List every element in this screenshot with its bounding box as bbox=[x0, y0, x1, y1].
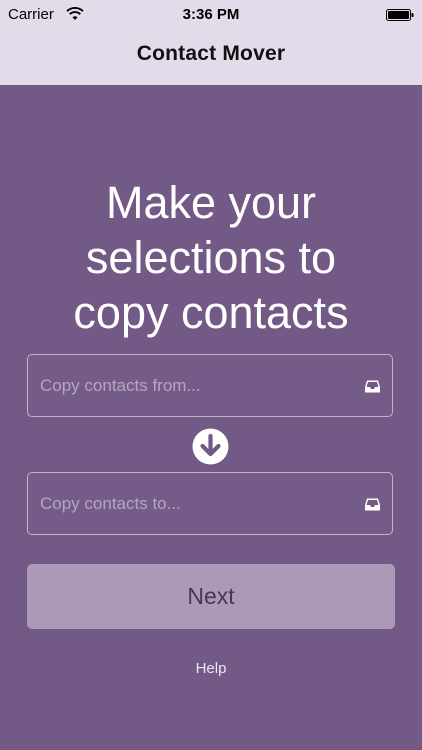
app-screen: Carrier 3:36 PM Contact Mover Make your … bbox=[0, 0, 422, 750]
help-link[interactable]: Help bbox=[0, 660, 422, 677]
nav-title: Contact Mover bbox=[136, 42, 286, 65]
status-bar: Carrier 3:36 PM bbox=[0, 0, 422, 30]
headline-line-2: selections to bbox=[85, 232, 337, 283]
tray-icon bbox=[365, 498, 380, 511]
headline: Make your selections to copy contacts bbox=[20, 175, 402, 340]
copy-to-placeholder: Copy contacts to... bbox=[40, 494, 181, 513]
battery-icon bbox=[386, 9, 414, 21]
headline-line-1: Make your bbox=[105, 177, 317, 228]
top-bar: Carrier 3:36 PM Contact Mover bbox=[0, 0, 422, 85]
copy-from-field[interactable]: Copy contacts from... bbox=[27, 354, 393, 417]
copy-from-placeholder: Copy contacts from... bbox=[40, 376, 201, 395]
next-button[interactable]: Next bbox=[27, 564, 395, 629]
status-time: 3:36 PM bbox=[182, 6, 240, 23]
headline-line-3: copy contacts bbox=[73, 287, 349, 338]
copy-to-field[interactable]: Copy contacts to... bbox=[27, 472, 393, 535]
arrow-down-circle-icon bbox=[192, 428, 229, 465]
tray-icon bbox=[365, 380, 380, 393]
